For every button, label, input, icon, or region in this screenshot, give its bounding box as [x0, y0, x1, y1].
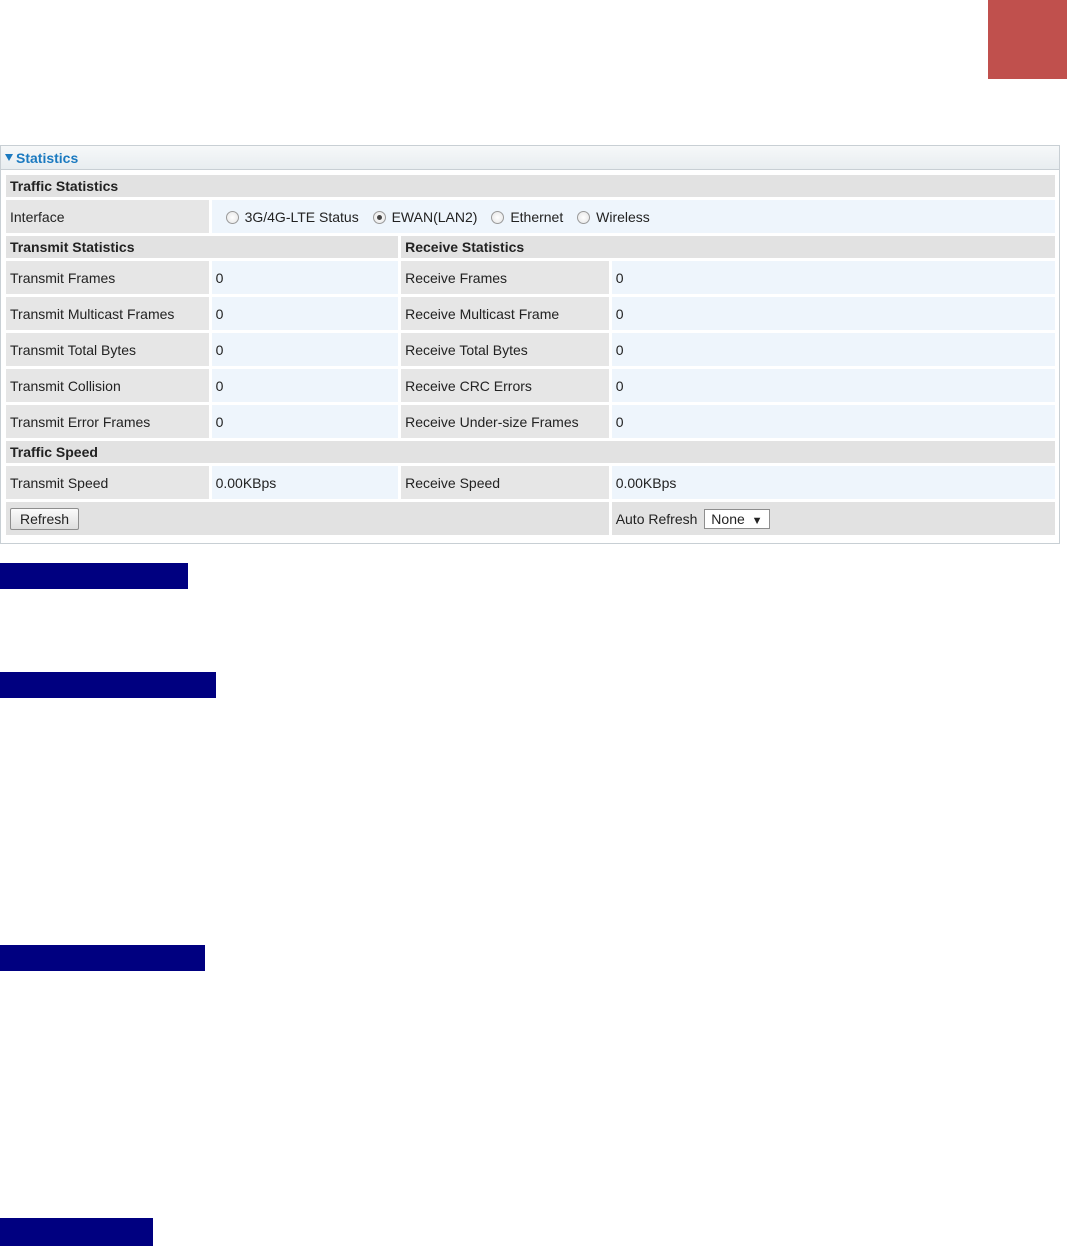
auto-refresh-selected: None [711, 510, 745, 527]
receive-multicast-frame-label: Receive Multicast Frame [401, 297, 609, 330]
page-corner-tab [988, 0, 1067, 79]
transmit-multicast-frames-label: Transmit Multicast Frames [6, 297, 209, 330]
receive-multicast-frame-value: 0 [611, 297, 1055, 330]
refresh-button[interactable]: Refresh [10, 507, 80, 530]
transmit-speed-label: Transmit Speed [6, 466, 209, 499]
auto-refresh-select[interactable]: None ▼ [704, 508, 770, 529]
statistics-table: Traffic Statistics Interface 3G/4G-LTE S… [3, 172, 1058, 538]
highlight-bar [0, 672, 216, 698]
table-row: Transmit Error Frames 0 Receive Under-si… [6, 405, 1055, 438]
receive-statistics-heading: Receive Statistics [401, 236, 1055, 258]
radio-3g4g-lte-icon[interactable] [225, 210, 239, 224]
transmit-multicast-frames-value: 0 [211, 297, 399, 330]
highlight-bar [0, 1218, 153, 1246]
receive-total-bytes-label: Receive Total Bytes [401, 333, 609, 366]
refresh-bar: Refresh [6, 502, 609, 535]
receive-frames-value: 0 [611, 261, 1055, 294]
transmit-collision-label: Transmit Collision [6, 369, 209, 402]
receive-speed-label: Receive Speed [401, 466, 609, 499]
radio-wireless-icon[interactable] [577, 210, 591, 224]
radio-ewan-lan2-icon[interactable] [372, 210, 386, 224]
receive-frames-label: Receive Frames [401, 261, 609, 294]
auto-refresh-label: Auto Refresh [615, 510, 698, 527]
table-row: Transmit Total Bytes 0 Receive Total Byt… [6, 333, 1055, 366]
option-ewan-lan2-label[interactable]: EWAN(LAN2) [392, 209, 478, 225]
highlight-bar [0, 945, 205, 971]
table-row: Transmit Collision 0 Receive CRC Errors … [6, 369, 1055, 402]
table-row: Transmit Speed 0.00KBps Receive Speed 0.… [6, 466, 1055, 499]
traffic-statistics-heading: Traffic Statistics [6, 175, 1055, 197]
transmit-total-bytes-label: Transmit Total Bytes [6, 333, 209, 366]
option-ethernet-label[interactable]: Ethernet [510, 209, 563, 225]
transmit-collision-value: 0 [211, 369, 399, 402]
transmit-error-frames-value: 0 [211, 405, 399, 438]
transmit-error-frames-label: Transmit Error Frames [6, 405, 209, 438]
transmit-speed-value: 0.00KBps [211, 466, 399, 499]
receive-speed-value: 0.00KBps [611, 466, 1055, 499]
highlight-bar [0, 563, 188, 589]
transmit-frames-value: 0 [211, 261, 399, 294]
receive-under-size-frames-label: Receive Under-size Frames [401, 405, 609, 438]
transmit-statistics-heading: Transmit Statistics [6, 236, 399, 258]
receive-crc-errors-value: 0 [611, 369, 1055, 402]
interface-options: 3G/4G-LTE Status EWAN(LAN2) Ethernet Wir… [211, 200, 1055, 233]
table-row: Transmit Frames 0 Receive Frames 0 [6, 261, 1055, 294]
auto-refresh-bar: Auto Refresh None ▼ [611, 502, 1055, 535]
receive-crc-errors-label: Receive CRC Errors [401, 369, 609, 402]
receive-total-bytes-value: 0 [611, 333, 1055, 366]
chevron-down-icon: ▼ [751, 514, 763, 527]
option-3g4g-lte-label[interactable]: 3G/4G-LTE Status [245, 209, 359, 225]
receive-under-size-frames-value: 0 [611, 405, 1055, 438]
collapse-triangle-icon[interactable] [5, 154, 13, 161]
statistics-panel: Statistics Traffic Statistics Interface … [0, 145, 1060, 544]
traffic-speed-heading: Traffic Speed [6, 441, 1055, 463]
table-row: Transmit Multicast Frames 0 Receive Mult… [6, 297, 1055, 330]
transmit-frames-label: Transmit Frames [6, 261, 209, 294]
option-wireless-label[interactable]: Wireless [596, 209, 650, 225]
transmit-total-bytes-value: 0 [211, 333, 399, 366]
statistics-panel-header[interactable]: Statistics [1, 146, 1059, 170]
radio-ethernet-icon[interactable] [491, 210, 505, 224]
panel-title: Statistics [16, 149, 79, 166]
interface-label: Interface [6, 200, 209, 233]
